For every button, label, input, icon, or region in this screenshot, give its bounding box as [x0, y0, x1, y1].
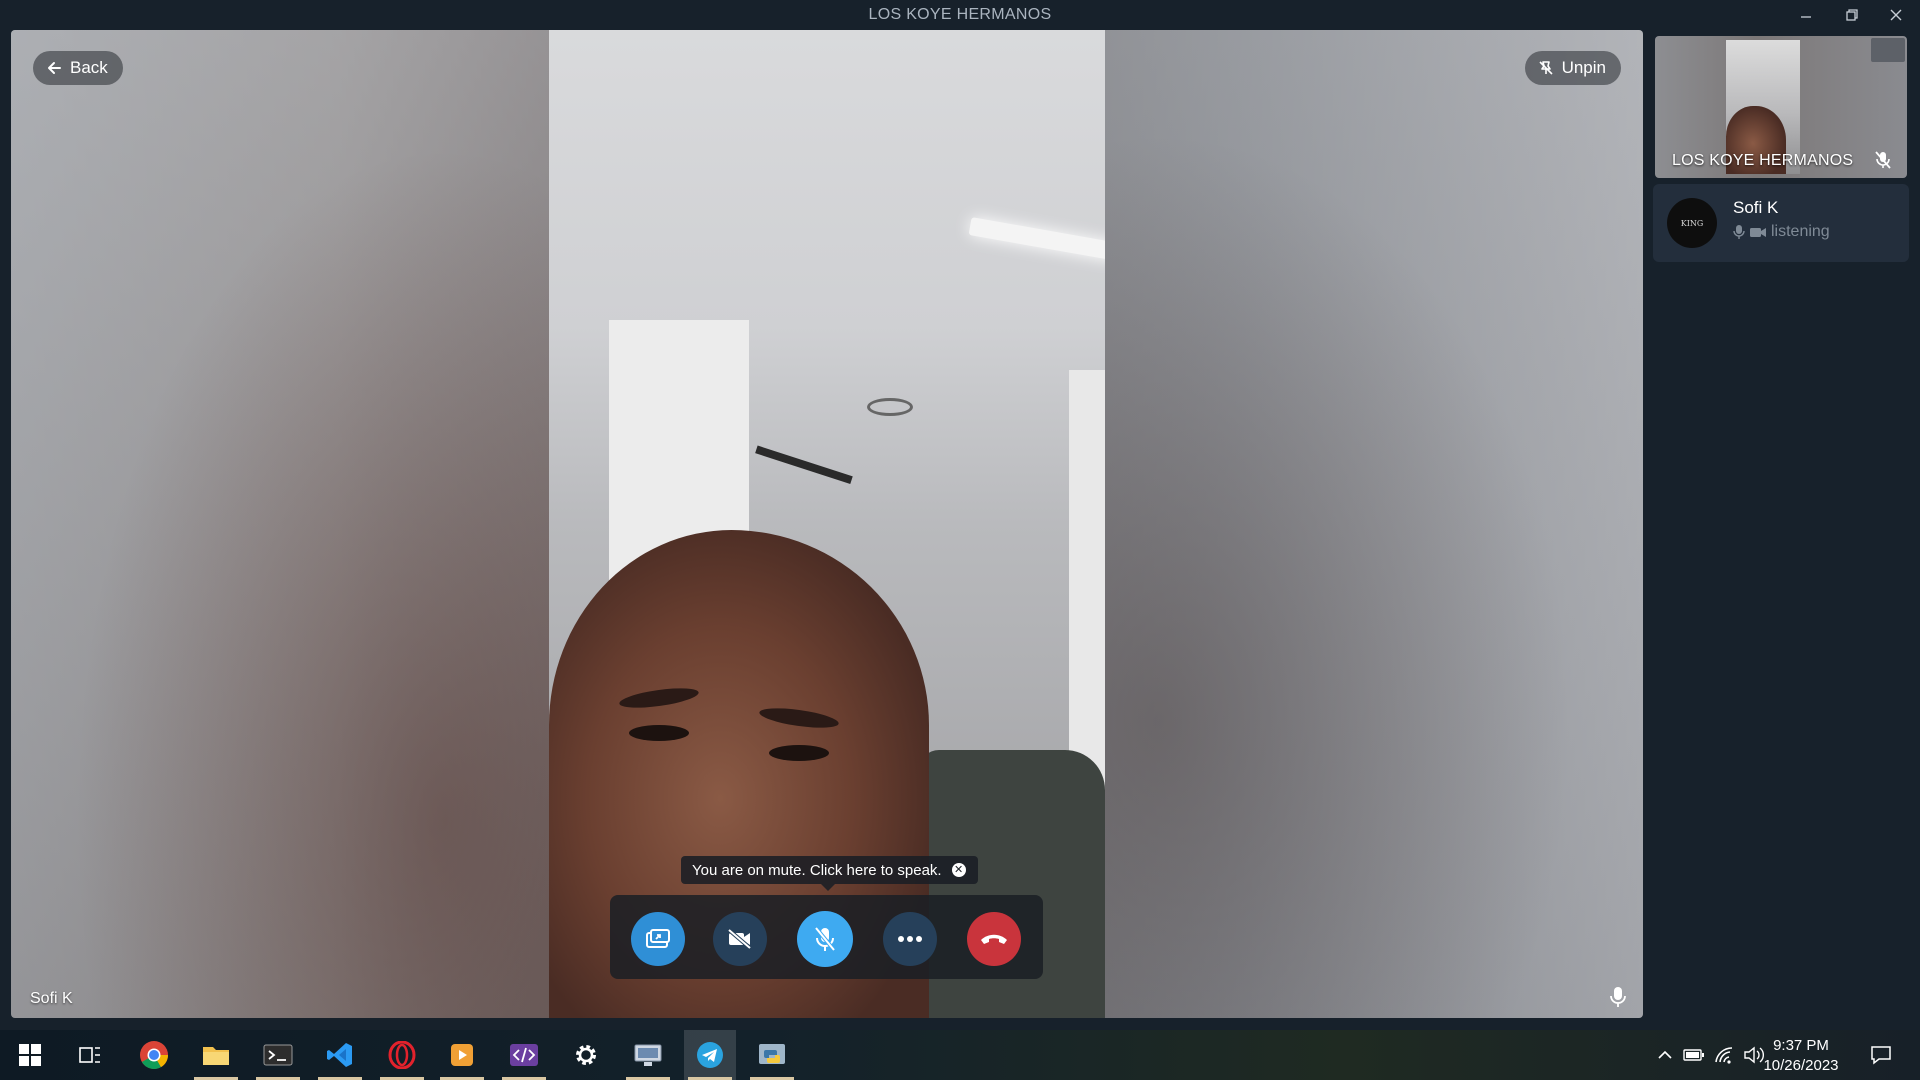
task-view-button[interactable]: [64, 1030, 116, 1080]
taskbar-vscode[interactable]: [314, 1030, 366, 1080]
background-blur: [11, 30, 551, 1018]
unpin-label: Unpin: [1561, 58, 1606, 77]
participant-name: Sofi K: [1733, 198, 1779, 217]
telegram-icon: [697, 1042, 723, 1068]
more-options-button[interactable]: [883, 912, 937, 966]
minimize-icon[interactable]: [1784, 0, 1828, 30]
remote-desktop-icon: [634, 1044, 662, 1066]
taskbar: 9:37 PM 10/26/2023: [0, 1030, 1920, 1080]
chrome-icon: [140, 1041, 168, 1069]
notifications-icon[interactable]: [1868, 1044, 1894, 1066]
video-face: [629, 725, 689, 741]
mic-muted-icon: [1875, 151, 1891, 169]
arrow-left-icon: [48, 62, 61, 74]
clock-time: 9:37 PM: [1773, 1037, 1829, 1054]
taskbar-python[interactable]: [746, 1030, 798, 1080]
mute-tooltip[interactable]: You are on mute. Click here to speak. ✕: [681, 856, 978, 891]
folder-icon: [203, 1047, 229, 1065]
mic-toggle-button[interactable]: [797, 911, 853, 967]
python-icon: [759, 1044, 785, 1064]
video-thumbnail[interactable]: LOS KOYE HERMANOS: [1655, 36, 1907, 178]
video-scene: [745, 445, 853, 515]
video-camera-icon: [1750, 228, 1766, 237]
unpin-button[interactable]: Unpin: [1524, 51, 1621, 85]
battery-icon[interactable]: [1683, 1044, 1705, 1066]
back-label: Back: [70, 58, 108, 77]
video-scene: [968, 217, 1105, 261]
video-face: [769, 745, 829, 761]
taskbar-remote-desktop[interactable]: [622, 1030, 674, 1080]
microphone-icon: [1609, 986, 1627, 1008]
unpin-icon: [1539, 61, 1553, 75]
taskbar-terminal[interactable]: [252, 1030, 304, 1080]
media-player-icon: [451, 1044, 473, 1066]
video-toggle-button[interactable]: [713, 912, 767, 966]
participants-sidebar: LOS KOYE HERMANOS KING Sofi K listening: [1643, 30, 1920, 1018]
speaker-name: Sofi K: [30, 990, 73, 1007]
participant-row[interactable]: KING Sofi K listening: [1653, 184, 1909, 262]
more-icon: [898, 936, 922, 942]
participant-status: listening: [1733, 223, 1830, 241]
taskbar-media-player[interactable]: [436, 1030, 488, 1080]
gear-icon: [576, 1045, 596, 1065]
system-clock[interactable]: 9:37 PM 10/26/2023: [1756, 1036, 1846, 1076]
taskbar-opera[interactable]: [376, 1030, 428, 1080]
call-controls: [610, 895, 1043, 979]
close-tooltip-icon[interactable]: ✕: [951, 863, 966, 877]
taskbar-dev-tool[interactable]: [498, 1030, 550, 1080]
title-bar: LOS KOYE HERMANOS: [0, 0, 1920, 30]
microphone-icon: [1733, 225, 1745, 239]
back-button[interactable]: Back: [33, 51, 123, 85]
taskbar-settings[interactable]: [560, 1030, 612, 1080]
avatar: KING: [1667, 198, 1717, 248]
end-call-icon: [981, 934, 1007, 944]
wifi-icon[interactable]: [1713, 1044, 1735, 1066]
thumbnail-name: LOS KOYE HERMANOS: [1672, 152, 1854, 169]
clock-date: 10/26/2023: [1763, 1057, 1839, 1074]
code-icon: [510, 1044, 538, 1066]
terminal-icon: [263, 1044, 293, 1066]
window-title: LOS KOYE HERMANOS: [868, 6, 1052, 23]
mute-tooltip-text: You are on mute. Click here to speak.: [692, 861, 942, 879]
taskbar-chrome[interactable]: [128, 1030, 180, 1080]
video-off-icon: [727, 928, 752, 950]
taskbar-file-explorer[interactable]: [190, 1030, 242, 1080]
taskbar-telegram[interactable]: [684, 1030, 736, 1080]
task-view-icon: [79, 1047, 100, 1063]
close-icon[interactable]: [1874, 0, 1918, 30]
screen-share-button[interactable]: [631, 912, 685, 966]
opera-icon: [388, 1041, 416, 1069]
restore-icon[interactable]: [1830, 0, 1874, 30]
participant-status-text: listening: [1771, 223, 1830, 240]
thumbnail-pip: [1871, 38, 1905, 62]
vscode-icon: [327, 1043, 352, 1067]
background-blur: [1103, 30, 1643, 1018]
video-scene: [867, 398, 913, 416]
chevron-up-icon[interactable]: [1654, 1044, 1676, 1066]
start-button[interactable]: [4, 1030, 56, 1080]
screen-share-icon: [646, 929, 670, 948]
mic-muted-icon: [814, 926, 836, 952]
end-call-button[interactable]: [967, 912, 1021, 966]
windows-icon: [19, 1044, 41, 1066]
